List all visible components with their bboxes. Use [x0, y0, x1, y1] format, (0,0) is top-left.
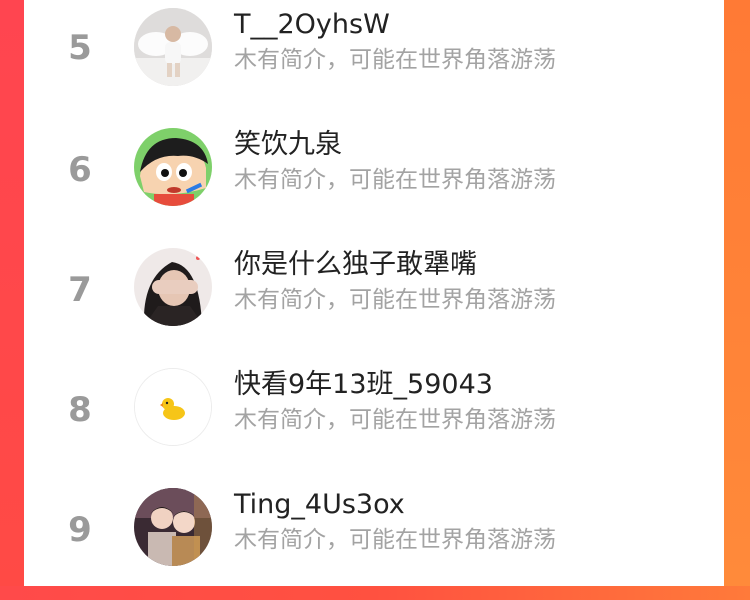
- user-name[interactable]: 笑饮九泉: [234, 128, 704, 162]
- right-gradient-border: [724, 0, 750, 586]
- rank-number: 5: [68, 28, 92, 68]
- user-name[interactable]: 快看9年13班_59043: [234, 368, 704, 402]
- ranking-list: 5 T__2OyhsW 木有简介，可能在世界角落游荡 6 笑饮九泉 木有简介，可…: [24, 0, 724, 586]
- angel-photo-icon[interactable]: [134, 8, 212, 86]
- girl-covering-face-icon[interactable]: [134, 248, 212, 326]
- user-bio: 木有简介，可能在世界角落游荡: [234, 407, 556, 433]
- user-bio: 木有简介，可能在世界角落游荡: [234, 47, 556, 73]
- user-bio: 木有简介，可能在世界角落游荡: [234, 167, 556, 193]
- list-item[interactable]: 6 笑饮九泉 木有简介，可能在世界角落游荡: [24, 120, 724, 240]
- list-item[interactable]: 8 快看9年13班_59043 木有简介，可能在世界角落游荡: [24, 360, 724, 480]
- user-bio: 木有简介，可能在世界角落游荡: [234, 527, 556, 553]
- user-name[interactable]: 你是什么独子敢犟嘴: [234, 248, 704, 282]
- list-item[interactable]: 7 你是什么独子敢犟嘴 木有简介，可能在世界角落游荡: [24, 240, 724, 360]
- yellow-duck-icon[interactable]: [134, 368, 212, 446]
- list-item[interactable]: 9 Ting_4Us3ox 木有简介，可能在世界角落游荡: [24, 480, 724, 600]
- rank-number: 9: [68, 510, 92, 550]
- list-item[interactable]: 5 T__2OyhsW 木有简介，可能在世界角落游荡: [24, 0, 724, 120]
- rank-number: 7: [68, 270, 92, 310]
- user-name[interactable]: Ting_4Us3ox: [234, 488, 704, 522]
- crayon-shin-chan-icon[interactable]: [134, 128, 212, 206]
- rank-number: 8: [68, 390, 92, 430]
- rank-number: 6: [68, 150, 92, 190]
- couple-photo-icon[interactable]: [134, 488, 212, 566]
- left-gradient-border: [0, 0, 24, 586]
- user-bio: 木有简介，可能在世界角落游荡: [234, 287, 556, 313]
- user-name[interactable]: T__2OyhsW: [234, 8, 704, 42]
